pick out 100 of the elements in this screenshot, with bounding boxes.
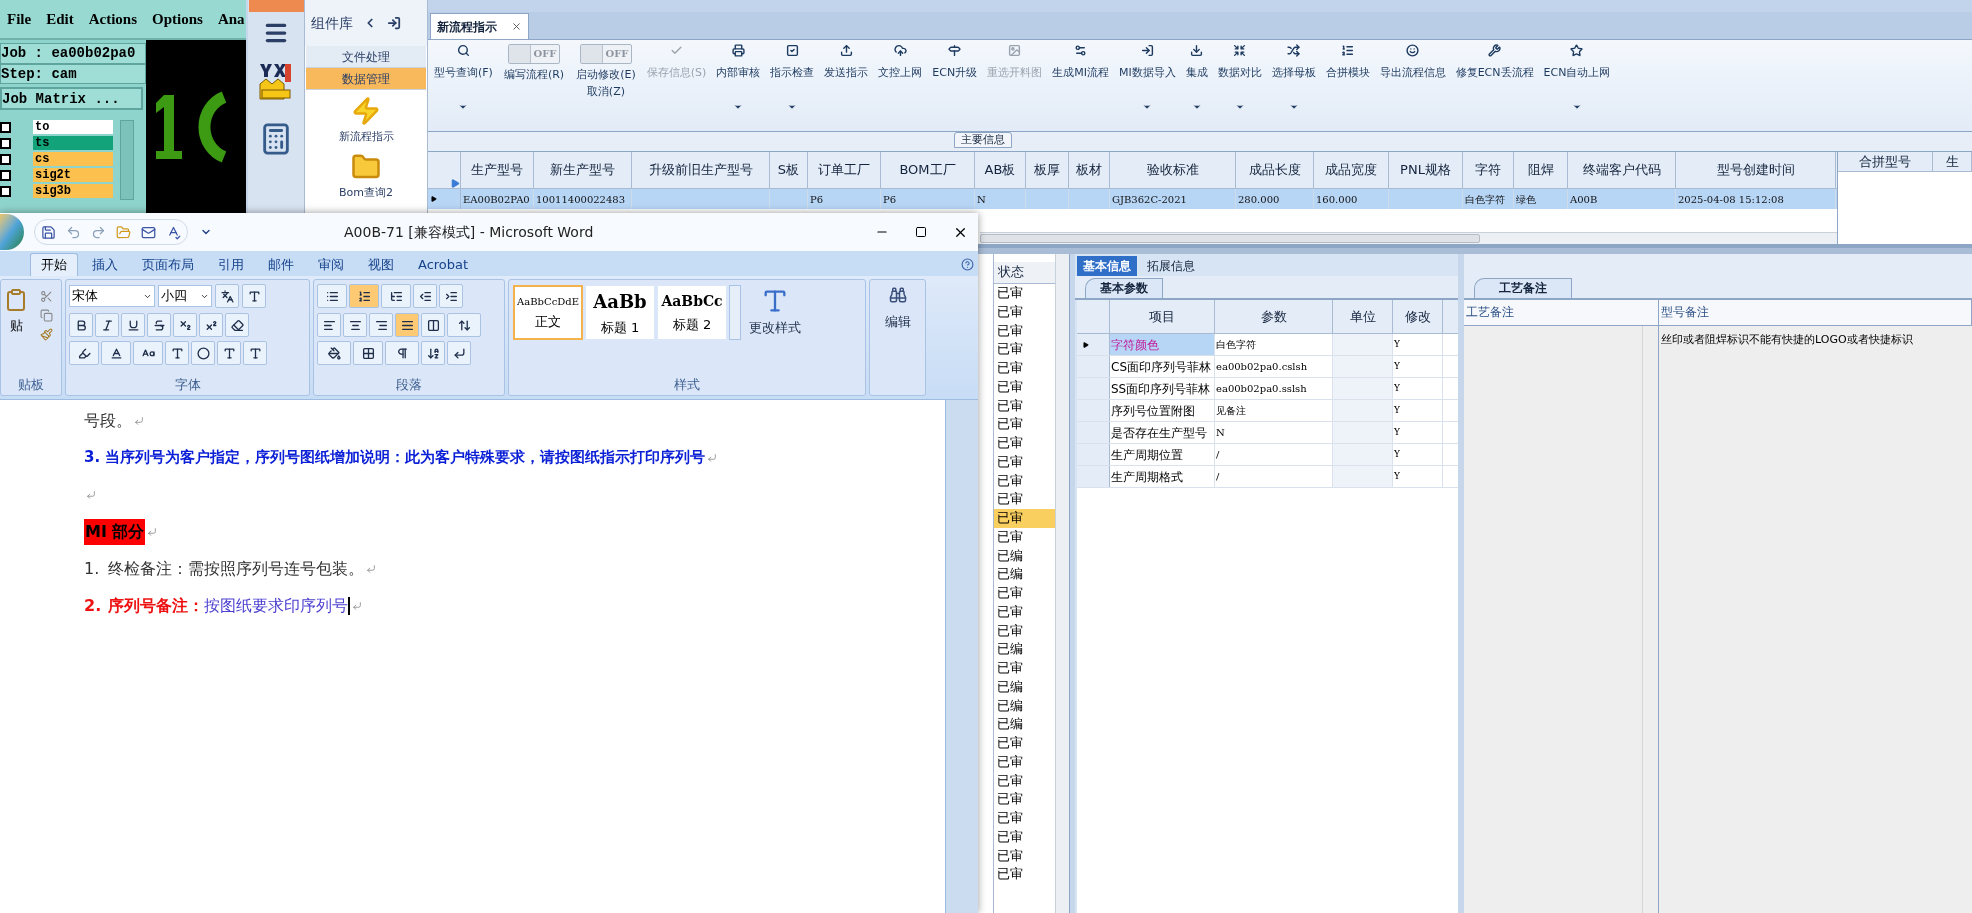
vertical-scrollbar[interactable] <box>1055 254 1069 913</box>
grid-cell[interactable] <box>1333 378 1393 399</box>
menu-item[interactable]: Options <box>152 7 203 31</box>
copy-icon[interactable] <box>39 309 53 322</box>
ribbon-tab[interactable]: 引用 <box>208 253 254 276</box>
grid-cell[interactable]: CS面印序列号菲林 <box>1110 356 1215 377</box>
grid-cell[interactable] <box>1333 400 1393 421</box>
toolbar-button[interactable]: MI数据导入 <box>1113 42 1181 112</box>
grid-cell[interactable]: SS面印序列号菲林 <box>1110 378 1215 399</box>
grid-cell[interactable]: 序列号位置附图 <box>1110 400 1215 421</box>
toolbar-button[interactable]: 导出流程信息 <box>1374 42 1451 82</box>
style-preset[interactable]: AaBbCcDdE 正文 <box>513 285 583 340</box>
layer-name[interactable]: ts <box>33 136 113 150</box>
distributed-icon[interactable] <box>421 313 445 337</box>
toolbar-label[interactable]: 编写流程(R) <box>503 67 565 84</box>
status-cell[interactable]: 已审 <box>994 827 1055 847</box>
justify-icon[interactable] <box>395 313 419 337</box>
column-header[interactable]: 型号备注 <box>1659 300 1972 325</box>
sort-icon[interactable] <box>421 341 445 365</box>
layer-name[interactable]: sig2t <box>33 168 113 182</box>
status-cell[interactable]: 已编 <box>994 640 1055 659</box>
toolbar-button[interactable]: 数据对比 <box>1212 42 1267 112</box>
layer-checkbox[interactable] <box>0 121 11 133</box>
status-cell[interactable]: 已审 <box>994 621 1055 641</box>
column-header[interactable]: 板厚 <box>1026 152 1069 188</box>
panel-tab[interactable]: 拓展信息 <box>1141 256 1201 276</box>
layer-checkbox[interactable] <box>0 153 11 165</box>
font-color-icon[interactable] <box>101 341 131 365</box>
layer-name[interactable]: sig3b <box>33 184 113 198</box>
grid-cell[interactable] <box>1333 334 1393 355</box>
toolbar-button[interactable]: 发送指示 <box>819 42 874 82</box>
help-icon[interactable] <box>961 258 974 271</box>
status-cell[interactable]: 已审 <box>994 602 1055 622</box>
line-spacing-icon[interactable] <box>447 313 481 337</box>
status-cell[interactable]: 已审 <box>994 509 1055 528</box>
column-header[interactable]: 阻焊 <box>1514 152 1568 188</box>
factory-logo-icon[interactable] <box>259 62 293 100</box>
status-cell[interactable]: 已审 <box>994 321 1055 341</box>
column-header[interactable]: 工艺备注 <box>1464 300 1659 325</box>
column-header[interactable]: 状态 <box>994 262 1055 284</box>
column-header[interactable]: 成品长度 <box>1236 152 1314 188</box>
panel-tab[interactable]: 工艺备注 <box>1474 278 1572 298</box>
undo-icon[interactable] <box>66 224 81 240</box>
scrollbar[interactable] <box>120 120 134 200</box>
column-header[interactable]: 升级前旧生产型号 <box>632 152 770 188</box>
toolbar-button[interactable]: 修复ECN丢流程 <box>1450 42 1539 82</box>
status-cell[interactable]: 已审 <box>994 771 1055 791</box>
column-header[interactable]: 项目 <box>1110 300 1215 333</box>
sign-in-icon[interactable] <box>387 16 401 30</box>
column-header[interactable]: 订单工厂 <box>808 152 881 188</box>
paste-button[interactable]: 贴 <box>1 280 31 375</box>
status-cell[interactable]: 已审 <box>994 377 1055 397</box>
status-cell[interactable]: 已审 <box>994 415 1055 434</box>
menu-item[interactable]: Ana <box>217 7 245 31</box>
table-row[interactable]: EA00B02PA0 10011400022483 P6 P6 N GJB362C-2021 280.000 160.000 白色字符 绿色 A00B 2025-04-08 15:12:08 <box>428 189 1837 209</box>
numbered-list-icon[interactable] <box>349 284 379 308</box>
toolbar-button[interactable]: 指示检查 <box>765 42 820 112</box>
ribbon-tab[interactable]: 审阅 <box>308 253 354 276</box>
column-header[interactable]: PNL规格 <box>1389 152 1463 188</box>
toolbar-button[interactable]: ECN升级 <box>927 42 983 82</box>
text-box-icon[interactable] <box>242 284 266 308</box>
superscript-icon[interactable] <box>199 313 223 337</box>
column-header[interactable]: 参数 <box>1215 300 1333 333</box>
status-cell[interactable]: 已编 <box>994 546 1055 566</box>
highlighter-icon[interactable] <box>69 341 99 365</box>
column-header[interactable]: BOM工厂 <box>881 152 975 188</box>
format-painter-icon[interactable] <box>39 328 53 341</box>
status-cell[interactable]: 已审 <box>994 809 1055 828</box>
phonetic-guide-icon[interactable] <box>215 284 239 308</box>
increase-indent-icon[interactable] <box>439 284 463 308</box>
grid-cell[interactable] <box>1333 422 1393 443</box>
strikethrough-icon[interactable] <box>147 313 171 337</box>
status-cell[interactable]: 已编 <box>994 565 1055 584</box>
grid-cell[interactable]: 生产周期格式 <box>1110 466 1215 487</box>
status-cell[interactable]: 已审 <box>994 434 1055 453</box>
align-center-icon[interactable] <box>343 313 367 337</box>
enclose-character-icon[interactable] <box>191 341 215 365</box>
font-size-field[interactable]: 小四 <box>158 285 212 307</box>
maximize-icon[interactable] <box>915 226 927 238</box>
column-header[interactable]: 终端客户代码 <box>1568 152 1676 188</box>
status-cell[interactable]: 已审 <box>994 490 1055 509</box>
horizontal-scrollbar[interactable] <box>980 232 1837 244</box>
corner-icon[interactable] <box>451 179 460 188</box>
component-item[interactable]: 新流程指示 <box>305 96 427 146</box>
column-header[interactable]: S板 <box>770 152 808 188</box>
eraser-icon[interactable] <box>225 313 249 337</box>
ribbon-tab[interactable]: 视图 <box>358 253 404 276</box>
align-left-icon[interactable] <box>317 313 341 337</box>
office-button[interactable] <box>0 214 24 250</box>
grid-cell[interactable] <box>1333 466 1393 487</box>
grid-cell[interactable] <box>1333 444 1393 465</box>
status-cell[interactable]: 已审 <box>994 790 1055 809</box>
column-header[interactable]: 板材 <box>1069 152 1110 188</box>
toolbar-button[interactable]: ECN自动上网 <box>1538 42 1616 112</box>
toolbar-button[interactable]: 集成 <box>1180 42 1213 112</box>
menu-item[interactable]: File <box>7 7 32 31</box>
status-cell[interactable]: 已审 <box>994 471 1055 491</box>
status-cell[interactable]: 已审 <box>994 752 1055 772</box>
ribbon-tab[interactable]: 页面布局 <box>132 253 204 276</box>
layer-name[interactable]: to <box>33 120 113 134</box>
